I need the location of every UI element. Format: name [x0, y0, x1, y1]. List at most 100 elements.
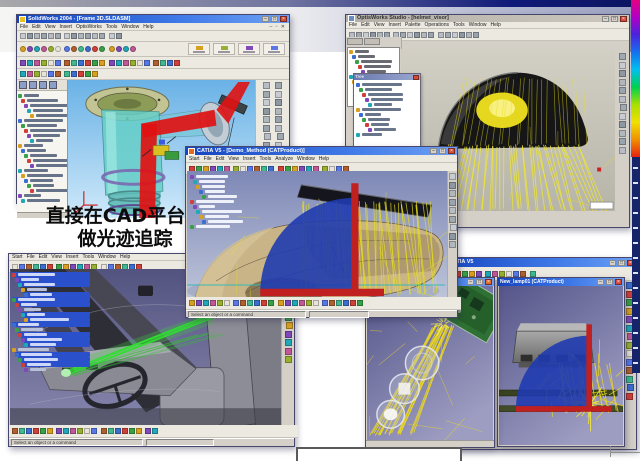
toolbar-icon[interactable]	[438, 32, 444, 38]
maximize-button[interactable]: □	[606, 279, 613, 285]
toolbar-icon[interactable]	[619, 53, 626, 60]
menu-item[interactable]: View	[45, 24, 56, 30]
toolbar-icon[interactable]	[48, 71, 54, 77]
toolbar-icon[interactable]	[167, 60, 173, 66]
toolbar-icon[interactable]	[174, 60, 180, 66]
menu-item[interactable]: Help	[319, 156, 329, 162]
sketch-toolbar[interactable]	[17, 69, 289, 80]
toolbar-icon[interactable]	[277, 133, 284, 140]
toolbar-icon[interactable]	[263, 99, 270, 106]
toolbar-icon[interactable]	[108, 428, 114, 434]
menu-bar[interactable]: FileEditViewInsertOptisWorksToolsWindowH…	[17, 23, 289, 31]
toolbar-icon[interactable]	[130, 60, 136, 66]
minimize-button[interactable]: –	[602, 16, 609, 22]
toolbar-icon[interactable]	[27, 60, 33, 66]
menu-item[interactable]: File	[27, 254, 35, 260]
bottom-toolbar[interactable]	[9, 425, 298, 438]
toolbar-icon[interactable]	[203, 300, 209, 306]
toolbar-icon[interactable]	[449, 182, 456, 189]
toolbar-icon[interactable]	[476, 271, 482, 277]
toolbar-icon[interactable]	[336, 300, 342, 306]
minimize-button[interactable]: –	[430, 148, 437, 154]
toolbar-icon[interactable]	[123, 46, 129, 52]
toolbar-icon[interactable]	[313, 300, 319, 306]
toolbar-icon[interactable]	[91, 428, 97, 434]
tree-item[interactable]	[356, 132, 418, 137]
toolbar-icon[interactable]	[64, 46, 70, 52]
toolbar-icon[interactable]	[71, 71, 77, 77]
maximize-button[interactable]: □	[439, 148, 446, 154]
view-toolbar[interactable]	[17, 57, 289, 69]
minimize-button[interactable]: –	[597, 279, 604, 285]
toolbar-icon[interactable]	[196, 300, 202, 306]
toolbar-icon[interactable]	[55, 60, 61, 66]
toolbar-icon[interactable]	[285, 331, 292, 338]
toolbar-icon[interactable]	[350, 300, 356, 306]
toolbar-icon[interactable]	[619, 79, 626, 86]
toolbar-icon[interactable]	[520, 271, 526, 277]
hood-3d-viewport[interactable]	[187, 171, 450, 302]
menu-item[interactable]: View	[228, 156, 239, 162]
toolbar-icon[interactable]	[299, 300, 305, 306]
toolbar-icon[interactable]	[449, 199, 456, 206]
menu-item[interactable]: Start	[189, 156, 200, 162]
close-button[interactable]: ×	[485, 279, 492, 285]
toolbar-icon[interactable]	[19, 428, 25, 434]
menu-item[interactable]: View	[51, 254, 62, 260]
toolbar-icon[interactable]	[469, 271, 475, 277]
bottom-toolbar[interactable]	[186, 297, 461, 310]
toolbar-icon[interactable]	[41, 71, 47, 77]
right-toolbar[interactable]	[616, 51, 628, 209]
menu-item[interactable]: Tools	[453, 22, 465, 28]
toolbar-icon[interactable]	[357, 300, 363, 306]
toolbar-icon[interactable]	[619, 130, 626, 137]
toolbar-icon[interactable]	[261, 300, 267, 306]
menu-bar[interactable]: FileEditViewInsertPaletteOperationsTools…	[346, 22, 629, 29]
toolbar-icon[interactable]	[71, 46, 77, 52]
toolbar-icon[interactable]	[85, 60, 91, 66]
minimize-button[interactable]: –	[262, 16, 269, 22]
toolbar-icon[interactable]	[20, 60, 26, 66]
toolbar-icon[interactable]	[254, 300, 260, 306]
toolbar-icon[interactable]	[34, 46, 40, 52]
toolbar-icon[interactable]	[445, 32, 451, 38]
toolbar-icon[interactable]	[41, 46, 47, 52]
toolbar-icon[interactable]	[286, 322, 293, 329]
maximize-button[interactable]: □	[271, 16, 278, 22]
menu-item[interactable]: Insert	[66, 254, 79, 260]
toolbar-icon[interactable]	[619, 121, 626, 128]
toolbar-icon[interactable]	[92, 33, 98, 39]
menu-item[interactable]: Operations	[425, 22, 449, 28]
toolbar-icon[interactable]	[449, 207, 456, 214]
menu-item[interactable]: Palette	[405, 22, 421, 28]
toolbar-icon[interactable]	[263, 116, 270, 123]
toolbar-icon[interactable]	[285, 348, 292, 355]
close-button[interactable]: ×	[280, 16, 287, 22]
menu-item[interactable]: Edit	[39, 254, 48, 260]
toolbar-icon[interactable]	[136, 428, 142, 434]
maximize-button[interactable]: □	[618, 260, 625, 266]
toolbar-icon[interactable]	[33, 428, 39, 434]
toolbar-icon[interactable]	[70, 428, 76, 434]
toolbar-icon[interactable]	[116, 33, 122, 39]
toolbar-icon[interactable]	[421, 32, 427, 38]
minimize-button[interactable]: –	[609, 260, 616, 266]
toolbar-icon[interactable]	[109, 46, 115, 52]
toolbar-icon[interactable]	[78, 60, 84, 66]
toolbar-icon[interactable]	[137, 60, 143, 66]
window-titlebar[interactable]: CATIA V5 - [Demo_Method (CATProduct)] – …	[186, 147, 457, 155]
close-button[interactable]: ×	[448, 148, 455, 154]
toolbar-icon[interactable]	[306, 300, 312, 306]
toolbar-icon[interactable]	[55, 71, 61, 77]
toolbar-icon[interactable]	[452, 32, 458, 38]
minimize-button[interactable]: –	[467, 279, 474, 285]
menu-item[interactable]: Help	[120, 254, 130, 260]
feature-manager-tabs[interactable]	[17, 80, 67, 91]
toolbar-icon[interactable]	[619, 138, 626, 145]
toolbar-icon[interactable]	[55, 33, 61, 39]
toolbar-icon[interactable]	[71, 60, 77, 66]
menu-item[interactable]: Edit	[216, 156, 225, 162]
toolbar-icon[interactable]	[619, 113, 626, 120]
toolbar-icon[interactable]	[48, 46, 54, 52]
tree-item[interactable]	[24, 367, 90, 372]
